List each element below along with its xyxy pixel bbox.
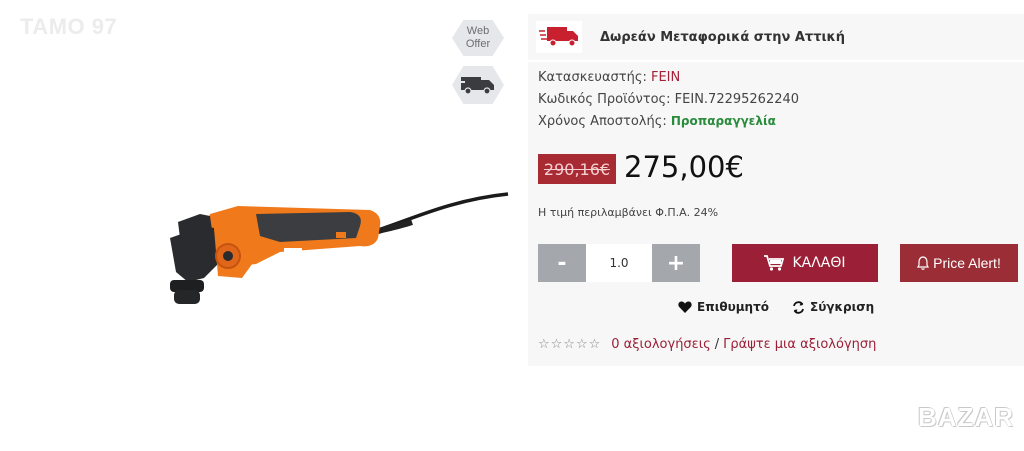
quantity-decrease-button[interactable]: - xyxy=(538,244,586,282)
bell-icon xyxy=(917,256,930,270)
web-offer-line1: Web xyxy=(466,25,490,37)
product-image-area: Web Offer xyxy=(0,0,520,451)
compare-label: Σύγκριση xyxy=(810,300,875,314)
rating-stars: ☆☆☆☆☆ xyxy=(538,337,602,352)
cart-icon xyxy=(764,255,785,271)
shipping-time-label: Χρόνος Αποστολής: xyxy=(538,114,667,129)
rating-row: ☆☆☆☆☆ 0 αξιολογήσεις / Γράψτε μια αξιολό… xyxy=(538,337,876,352)
vat-note: Η τιμή περιλαμβάνει Φ.Π.Α. 24% xyxy=(538,206,719,219)
rating-separator: / xyxy=(714,337,720,352)
price-alert-label: Price Alert! xyxy=(933,255,1001,271)
free-shipping-text: Δωρεάν Μεταφορικά στην Αττική xyxy=(600,29,846,45)
current-price: 275,00€ xyxy=(624,150,744,184)
delivery-truck-icon xyxy=(536,21,582,53)
add-to-cart-button[interactable]: ΚΑΛΑΘΙ xyxy=(732,244,878,282)
product-code-line: Κωδικός Προϊόντος: FEIN.72295262240 xyxy=(538,92,799,107)
add-to-cart-label: ΚΑΛΑΘΙ xyxy=(792,255,846,271)
quantity-increase-button[interactable]: + xyxy=(652,244,700,282)
manufacturer-label: Κατασκευαστής: xyxy=(538,70,647,85)
product-code-label: Κωδικός Προϊόντος: xyxy=(538,92,671,107)
old-price: 290,16€ xyxy=(538,154,616,184)
refresh-icon xyxy=(793,300,804,314)
web-offer-badge: Web Offer xyxy=(452,20,504,56)
truck-badge xyxy=(452,66,504,104)
wishlist-label: Επιθυμητό xyxy=(697,300,769,314)
shipping-time-value: Προπαραγγελία xyxy=(670,114,776,128)
wishlist-link[interactable]: Επιθυμητό xyxy=(678,300,769,314)
reviews-count-link[interactable]: 0 αξιολογήσεις xyxy=(611,337,710,352)
manufacturer-link[interactable]: FEIN xyxy=(651,70,680,85)
product-info-panel: Κατασκευαστής: FEIN Κωδικός Προϊόντος: F… xyxy=(528,62,1024,366)
price-alert-button[interactable]: Price Alert! xyxy=(900,244,1018,282)
truck-icon xyxy=(461,77,494,95)
heart-icon xyxy=(678,301,692,313)
bazar-watermark-logo: BAZAR xyxy=(918,402,1014,432)
write-review-link[interactable]: Γράψτε μια αξιολόγηση xyxy=(723,337,876,352)
product-code-value: FEIN.72295262240 xyxy=(674,92,800,107)
compare-link[interactable]: Σύγκριση xyxy=(792,300,874,314)
product-image-multitool[interactable] xyxy=(160,186,510,316)
shipping-banner: Δωρεάν Μεταφορικά στην Αττική xyxy=(528,14,1024,60)
quantity-input[interactable] xyxy=(586,244,652,282)
web-offer-line2: Offer xyxy=(465,38,491,50)
manufacturer-line: Κατασκευαστής: FEIN xyxy=(538,70,680,85)
shipping-time-line: Χρόνος Αποστολής: Προπαραγγελία xyxy=(538,114,776,129)
